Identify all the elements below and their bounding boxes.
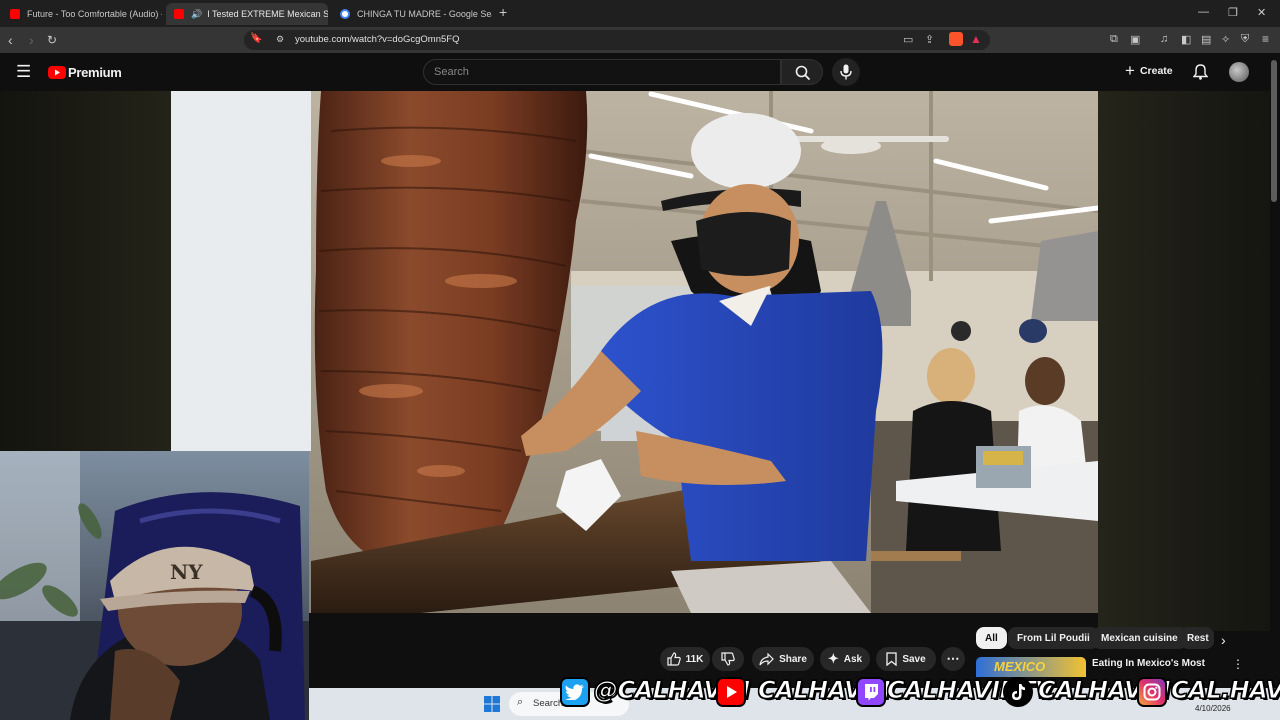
- chip-rest[interactable]: Rest: [1180, 627, 1214, 649]
- bookmark-save-icon: [886, 652, 897, 666]
- thumbs-up-icon: [666, 652, 681, 666]
- wallet-icon[interactable]: ▤: [1201, 33, 1211, 46]
- tab-google-search[interactable]: CHINGA TU MADRE - Google Search: [332, 3, 492, 25]
- voice-search-button[interactable]: [832, 58, 860, 86]
- account-avatar[interactable]: [1229, 62, 1249, 82]
- ask-label: Ask: [843, 653, 863, 665]
- save-label: Save: [902, 653, 926, 665]
- bookmark-icon[interactable]: 🔖: [250, 33, 262, 44]
- tab-title: Future - Too Comfortable (Audio) - Y: [27, 9, 162, 19]
- recommendation-menu-icon[interactable]: ⋮: [1232, 657, 1244, 671]
- webcam-feed: NY: [0, 451, 309, 720]
- taskbar-search-label: Search: [533, 698, 564, 709]
- tiktok-icon: [1003, 677, 1033, 707]
- thumbs-down-icon: [721, 652, 735, 666]
- premium-logo-text[interactable]: Premium: [68, 65, 122, 80]
- taskbar-date: 4/10/2026: [1195, 704, 1231, 713]
- brave-rewards-icon[interactable]: ▲: [970, 32, 982, 46]
- youtube-brand-icon: [716, 677, 746, 707]
- more-actions-button[interactable]: ⋯: [941, 647, 965, 671]
- recommendation-thumbnail[interactable]: MEXICO: [976, 657, 1086, 677]
- tab-title: CHINGA TU MADRE - Google Search: [357, 9, 492, 19]
- like-count: 11K: [685, 653, 704, 665]
- cast-icon[interactable]: ▭: [903, 33, 913, 46]
- vpn-icon[interactable]: ⛨: [1241, 33, 1249, 46]
- guide-menu-icon[interactable]: ☰: [16, 63, 31, 80]
- instagram-icon: [1137, 677, 1167, 707]
- reload-icon[interactable]: ↻: [47, 33, 57, 47]
- chips-next-icon[interactable]: ›: [1221, 632, 1226, 648]
- music-icon[interactable]: ♫: [1160, 33, 1168, 45]
- dislike-button[interactable]: [712, 647, 744, 671]
- webcam-overlay: NY: [0, 451, 309, 720]
- search-input[interactable]: Search: [423, 59, 781, 85]
- youtube-logo-icon[interactable]: [48, 66, 66, 79]
- youtube-favicon-icon: [174, 9, 184, 19]
- back-icon[interactable]: ‹: [8, 32, 13, 48]
- leo-ai-icon[interactable]: ✧: [1221, 33, 1230, 46]
- svg-text:NY: NY: [170, 560, 203, 584]
- chip-from-lil-poudii[interactable]: From Lil Poudii: [1008, 627, 1099, 649]
- google-favicon-icon: [340, 9, 350, 19]
- video-frame: [171, 91, 1098, 613]
- browser-toolbar: ‹ › ↻ 🔖 ⚙ ▭ ⇪ ▲ ⧉ ▣ ♫ ◧ ▤ ✧ ⛨ ≡: [0, 27, 1280, 53]
- chip-all[interactable]: All: [976, 627, 1007, 649]
- menu-icon[interactable]: ≡: [1262, 32, 1269, 46]
- notifications-bell-icon[interactable]: [1193, 64, 1208, 80]
- new-tab-button[interactable]: +: [499, 4, 507, 20]
- instagram-handle: CAL.HAVIN: [1171, 676, 1280, 705]
- tab-future-audio[interactable]: Future - Too Comfortable (Audio) - Y: [2, 3, 162, 25]
- create-label: Create: [1139, 65, 1173, 77]
- search-placeholder: Search: [434, 66, 469, 78]
- page-scrollbar[interactable]: [1271, 60, 1277, 202]
- taskbar-search-icon: ⌕: [517, 696, 524, 708]
- more-icon: ⋯: [946, 651, 960, 666]
- ambient-glow-right: [1098, 91, 1270, 631]
- youtube-favicon-icon: [10, 9, 20, 19]
- recommendation-title[interactable]: Eating In Mexico's Most: [1092, 658, 1205, 669]
- share-button[interactable]: Share: [752, 647, 814, 671]
- video-player[interactable]: [171, 91, 1098, 613]
- minimize-button[interactable]: —: [1198, 6, 1209, 18]
- brave-shield-icon[interactable]: [949, 32, 963, 46]
- search-button[interactable]: [781, 59, 823, 85]
- plus-icon: +: [1125, 61, 1135, 80]
- ambient-glow-left: [0, 91, 171, 451]
- twitter-bird-icon: [560, 677, 590, 707]
- extensions-icon[interactable]: ⧉: [1110, 33, 1118, 46]
- search-icon: [795, 65, 811, 81]
- speaker-icon[interactable]: 🔊: [191, 9, 202, 20]
- tab-extreme-mexican[interactable]: 🔊 I Tested EXTREME Mexican St ✕: [166, 3, 328, 25]
- share-label: Share: [779, 653, 807, 665]
- ask-button[interactable]: ✦ Ask: [820, 647, 870, 671]
- share-icon: [759, 652, 774, 665]
- create-button[interactable]: + Create: [1125, 61, 1173, 80]
- site-info-icon[interactable]: ⚙: [276, 34, 284, 45]
- twitch-icon: [856, 677, 886, 707]
- chip-mexican-cuisine[interactable]: Mexican cuisine: [1092, 627, 1187, 649]
- close-window-button[interactable]: ✕: [1257, 6, 1266, 19]
- browser-tab-strip: Future - Too Comfortable (Audio) - Y 🔊 I…: [0, 0, 1280, 27]
- thumbnail-text: MEXICO: [994, 659, 1046, 674]
- share-page-icon[interactable]: ⇪: [925, 33, 934, 46]
- screenshot-icon[interactable]: ▣: [1130, 33, 1140, 46]
- save-button[interactable]: Save: [876, 647, 936, 671]
- like-button[interactable]: 11K: [660, 647, 710, 671]
- tab-title: I Tested EXTREME Mexican St: [207, 9, 328, 19]
- sidebar-icon[interactable]: ◧: [1181, 33, 1191, 46]
- url-text[interactable]: youtube.com/watch?v=doGcgOmn5FQ: [295, 34, 459, 45]
- sparkle-icon: ✦: [827, 651, 839, 666]
- microphone-icon: [840, 64, 852, 80]
- windows-start-icon[interactable]: [484, 696, 500, 712]
- forward-icon[interactable]: ›: [29, 32, 34, 48]
- restore-button[interactable]: ❐: [1228, 6, 1238, 19]
